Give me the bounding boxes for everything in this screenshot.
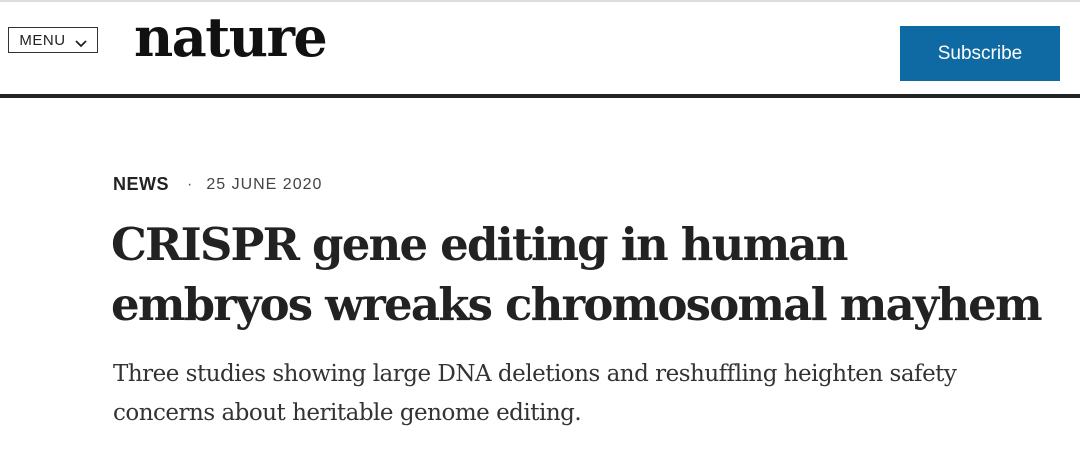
meta-separator: ·: [187, 175, 193, 193]
article-title: CRISPR gene editing in human embryos wre…: [111, 218, 1043, 331]
article-standfirst: Three studies showing large DNA deletion…: [113, 361, 957, 426]
menu-label: MENU: [19, 31, 66, 49]
article-meta: NEWS · 25 JUNE 2020: [113, 174, 322, 195]
header-divider: [0, 94, 1080, 98]
article-date: 25 JUNE 2020: [206, 175, 323, 193]
site-header: MENU nature Subscribe: [0, 2, 1080, 94]
chevron-down-icon: [74, 35, 87, 48]
subscribe-button[interactable]: Subscribe: [900, 26, 1060, 81]
nature-logo[interactable]: nature: [134, 10, 328, 64]
menu-button[interactable]: MENU: [8, 27, 98, 53]
article-type-label[interactable]: NEWS: [113, 174, 169, 195]
